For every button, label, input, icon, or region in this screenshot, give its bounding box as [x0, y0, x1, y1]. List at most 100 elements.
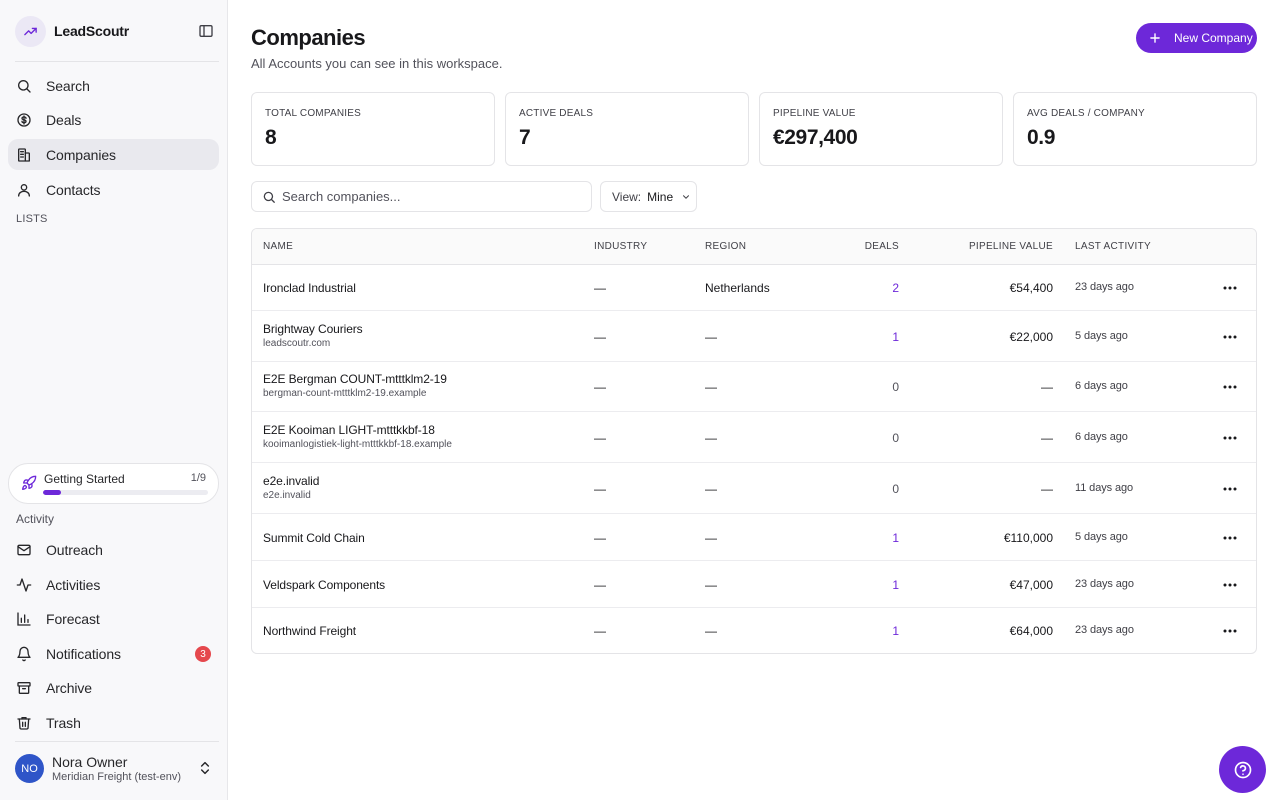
company-domain: bergman-count-mtttklm2-19.example	[263, 388, 427, 399]
table-row[interactable]: Veldspark Components — — 1 €47,000 23 days ag…	[252, 561, 1256, 608]
page-subtitle: All Accounts you can see in this workspa…	[251, 56, 503, 71]
sidebar-item-deals[interactable]: Deals	[8, 104, 219, 135]
plus-icon	[1148, 31, 1162, 45]
search-icon	[16, 78, 32, 94]
last-activity-cell: 6 days ago	[1075, 430, 1128, 443]
sidebar-item-companies[interactable]: Companies	[8, 139, 219, 170]
company-search[interactable]	[251, 181, 592, 212]
more-horizontal-icon	[1223, 583, 1237, 587]
help-button[interactable]	[1219, 746, 1266, 793]
row-actions-button[interactable]	[1218, 327, 1242, 347]
stat-label: AVG DEALS / COMPANY	[1027, 108, 1145, 119]
column-header-deals[interactable]: DEALS	[865, 241, 899, 252]
bar-chart-icon	[16, 611, 32, 627]
user-menu[interactable]: NO Nora Owner Meridian Freight (test-env…	[15, 754, 215, 784]
table-row[interactable]: Brightway Couriers leadscoutr.com — — 1 €22,0…	[252, 311, 1256, 362]
table-row[interactable]: E2E Bergman COUNT-mtttklm2-19 bergman-cou…	[252, 362, 1256, 412]
company-cell[interactable]: Veldspark Components	[263, 578, 385, 592]
company-name[interactable]: Ironclad Industrial	[263, 281, 356, 295]
avatar: NO	[15, 754, 44, 783]
more-horizontal-icon	[1223, 385, 1237, 389]
region-cell: —	[705, 380, 717, 394]
company-name[interactable]: Northwind Freight	[263, 624, 356, 638]
region-cell: —	[705, 329, 717, 344]
row-actions-button[interactable]	[1218, 528, 1242, 548]
more-horizontal-icon	[1223, 436, 1237, 440]
sidebar-toggle-icon[interactable]	[197, 22, 215, 40]
table-row[interactable]: Summit Cold Chain — — 1 €110,000 5 days ago	[252, 514, 1256, 561]
deals-cell[interactable]: 1	[892, 531, 899, 545]
sidebar-item-label: Notifications	[46, 645, 121, 662]
company-domain: leadscoutr.com	[263, 337, 331, 349]
company-domain: e2e.invalid	[263, 489, 311, 501]
sidebar-item-label: Activities	[46, 576, 101, 593]
sidebar-divider	[15, 741, 219, 742]
more-horizontal-icon	[1223, 629, 1237, 633]
sidebar-item-trash[interactable]: Trash	[8, 707, 219, 738]
sidebar-item-search[interactable]: Search	[8, 70, 219, 101]
table-row[interactable]: E2E Kooiman LIGHT-mtttkkbf-18 kooimanlogi…	[252, 412, 1256, 463]
mail-icon	[16, 542, 32, 558]
sidebar-item-activities[interactable]: Activities	[8, 569, 219, 600]
sidebar-item-forecast[interactable]: Forecast	[8, 603, 219, 634]
column-header-industry[interactable]: INDUSTRY	[594, 241, 647, 252]
user-org: Meridian Freight (test-env)	[52, 771, 181, 783]
pipeline-value-cell: —	[1041, 430, 1053, 445]
view-select[interactable]: View: Mine	[600, 181, 697, 212]
more-horizontal-icon	[1223, 487, 1237, 491]
company-name[interactable]: e2e.invalid	[263, 474, 319, 488]
sidebar-item-notifications[interactable]: Notifications 3	[8, 638, 219, 669]
table-row[interactable]: e2e.invalid e2e.invalid — — 0 — 11 days ago	[252, 463, 1256, 514]
company-name[interactable]: Brightway Couriers	[263, 322, 363, 336]
company-name[interactable]: Veldspark Components	[263, 578, 385, 592]
sidebar-item-contacts[interactable]: Contacts	[8, 174, 219, 205]
sidebar-item-outreach[interactable]: Outreach	[8, 534, 219, 565]
company-cell[interactable]: Ironclad Industrial	[263, 281, 356, 295]
search-input[interactable]	[282, 182, 582, 211]
notifications-badge: 3	[195, 646, 211, 662]
industry-cell: —	[594, 530, 606, 545]
pipeline-value-cell: €110,000	[1003, 530, 1053, 545]
company-cell[interactable]: Brightway Couriers leadscoutr.com	[263, 322, 363, 349]
help-circle-icon	[1233, 760, 1253, 780]
row-actions-button[interactable]	[1218, 575, 1242, 595]
row-actions-button[interactable]	[1218, 377, 1242, 397]
sidebar-item-label: Outreach	[46, 541, 103, 558]
row-actions-button[interactable]	[1218, 278, 1242, 298]
new-company-label: New Company	[1174, 31, 1253, 45]
company-name[interactable]: Summit Cold Chain	[263, 531, 365, 545]
table-header: NAME INDUSTRY REGION DEALS PIPELINE VALU…	[252, 229, 1256, 265]
company-cell[interactable]: E2E Kooiman LIGHT-mtttkkbf-18 kooimanlogi…	[263, 423, 452, 450]
chevron-down-icon	[681, 192, 691, 202]
table-row[interactable]: Northwind Freight — — 1 €64,000 23 days ago	[252, 608, 1256, 653]
deals-cell[interactable]: 1	[892, 578, 899, 592]
view-label: View:	[612, 189, 642, 204]
last-activity-cell: 5 days ago	[1075, 530, 1128, 543]
column-header-name[interactable]: NAME	[263, 241, 293, 252]
row-actions-button[interactable]	[1218, 621, 1242, 641]
brand[interactable]: LeadScoutr	[15, 15, 215, 47]
company-cell[interactable]: e2e.invalid e2e.invalid	[263, 474, 319, 501]
sidebar-divider	[15, 61, 219, 62]
getting-started-card[interactable]: Getting Started 1/9	[8, 463, 219, 504]
row-actions-button[interactable]	[1218, 479, 1242, 499]
company-name[interactable]: E2E Bergman COUNT-mtttklm2-19	[263, 372, 447, 386]
deals-cell[interactable]: 1	[892, 624, 899, 638]
company-cell[interactable]: E2E Bergman COUNT-mtttklm2-19 bergman-cou…	[263, 372, 447, 399]
column-header-region[interactable]: REGION	[705, 241, 746, 252]
column-header-last-activity[interactable]: LAST ACTIVITY	[1075, 241, 1151, 252]
deals-cell[interactable]: 2	[892, 281, 899, 295]
chevrons-up-down-icon[interactable]	[197, 760, 213, 776]
company-name[interactable]: E2E Kooiman LIGHT-mtttkkbf-18	[263, 423, 452, 437]
company-cell[interactable]: Summit Cold Chain	[263, 531, 365, 545]
new-company-button[interactable]: New Company	[1136, 23, 1257, 53]
user-name: Nora Owner	[52, 754, 128, 770]
company-cell[interactable]: Northwind Freight	[263, 624, 356, 638]
stat-card-pipeline-value: PIPELINE VALUE €297,400	[759, 92, 1003, 166]
column-header-pipeline-value[interactable]: PIPELINE VALUE	[969, 241, 1053, 252]
sidebar-item-archive[interactable]: Archive	[8, 672, 219, 703]
deals-cell[interactable]: 1	[892, 330, 899, 344]
search-icon	[262, 190, 276, 204]
table-row[interactable]: Ironclad Industrial — Netherlands 2 €54,400 2…	[252, 265, 1256, 311]
row-actions-button[interactable]	[1218, 428, 1242, 448]
